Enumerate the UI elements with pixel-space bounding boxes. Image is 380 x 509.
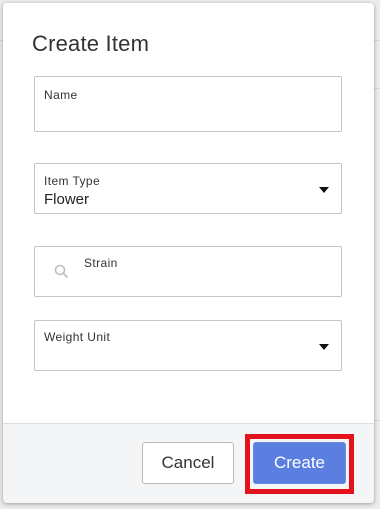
strain-field-label: Strain [84, 256, 118, 270]
create-item-dialog: Create Item Name Item Type Flower Strain… [3, 3, 374, 503]
create-button[interactable]: Create [253, 442, 346, 484]
background-line [374, 88, 380, 89]
background-line [374, 420, 380, 421]
dialog-title: Create Item [32, 31, 150, 56]
weight-unit-select[interactable]: Weight Unit [34, 320, 342, 371]
name-field-label: Name [44, 88, 78, 102]
dialog-footer: Cancel Create [3, 423, 374, 503]
background-line [374, 40, 380, 41]
name-field[interactable]: Name [34, 76, 342, 132]
strain-search-field[interactable]: Strain [34, 246, 342, 297]
weight-unit-label: Weight Unit [44, 330, 111, 344]
item-type-select[interactable]: Item Type Flower [34, 163, 342, 214]
item-type-label: Item Type [44, 174, 101, 188]
chevron-down-icon [319, 187, 329, 193]
item-type-value: Flower [44, 191, 90, 208]
cancel-button[interactable]: Cancel [142, 442, 234, 484]
chevron-down-icon [319, 344, 329, 350]
search-icon [54, 264, 68, 278]
